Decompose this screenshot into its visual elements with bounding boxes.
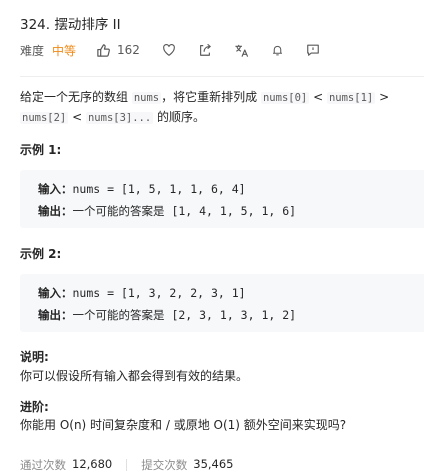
accepted-label: 通过次数: [20, 458, 66, 472]
submissions-label: 提交次数: [141, 458, 188, 472]
code-nums-0: nums[0]: [260, 92, 310, 104]
bell-icon: [272, 45, 282, 56]
translate-icon: [235, 44, 249, 57]
less-than-sign: <: [72, 110, 83, 124]
submissions-count: 35,465: [193, 457, 234, 471]
example-2-output: 输出：一个可能的答案是 [2, 3, 1, 3, 1, 2]: [38, 308, 297, 322]
stats-footer: 通过次数 12,680 提交次数 35,465: [20, 457, 234, 473]
difficulty-badge: 中等: [52, 43, 77, 58]
like-count: 162: [117, 43, 140, 57]
accepted-count: 12,680: [72, 457, 113, 471]
code-nums-3: nums[3]...: [85, 112, 154, 124]
problem-title: 324. 摆动排序 II: [20, 17, 121, 33]
greater-than-sign: >: [379, 90, 390, 104]
like-button[interactable]: 162: [96, 43, 140, 58]
share-button[interactable]: [198, 43, 212, 57]
example-1-output: 输出：一个可能的答案是 [1, 4, 1, 5, 1, 6]: [38, 204, 297, 218]
thumbs-up-icon: [97, 43, 110, 57]
example-2-block: 输入：nums = [1, 3, 2, 2, 3, 1] 输出：一个可能的答案是…: [20, 274, 424, 332]
example-2-heading: 示例 2:: [20, 247, 62, 261]
desc-text: ，将它重新排列成: [161, 90, 258, 104]
note-heading: 说明:: [20, 350, 49, 364]
desc-text: 给定一个无序的数组: [20, 90, 129, 104]
translate-button[interactable]: [234, 43, 249, 58]
feedback-button[interactable]: [306, 43, 320, 57]
problem-toolbar: 难度 中等 162: [20, 40, 342, 60]
code-nums-2: nums[2]: [20, 112, 69, 124]
note-text: 你可以假设所有输入都会得到有效的结果。: [20, 369, 249, 383]
advanced-heading: 进阶:: [20, 400, 49, 414]
footer-separator: [126, 459, 128, 471]
heart-icon: [163, 43, 175, 56]
example-2-input: 输入：nums = [1, 3, 2, 2, 3, 1]: [38, 286, 246, 300]
divider: [20, 76, 424, 77]
code-nums-1: nums[1]: [326, 92, 376, 104]
example-1-block: 输入：nums = [1, 5, 1, 1, 6, 4] 输出：一个可能的答案是…: [20, 170, 424, 228]
favorite-button[interactable]: [162, 43, 176, 57]
code-nums: nums: [131, 92, 162, 104]
desc-text: 的顺序。: [157, 110, 206, 124]
share-icon: [199, 43, 211, 56]
subscribe-button[interactable]: [271, 43, 284, 57]
problem-description: 给定一个无序的数组 nums ，将它重新排列成 nums[0] < nums[1]…: [20, 88, 420, 128]
feedback-icon: [307, 44, 319, 56]
less-than-sign: <: [313, 90, 324, 104]
difficulty-label: 难度: [20, 43, 45, 58]
example-1-input: 输入：nums = [1, 5, 1, 1, 6, 4]: [38, 182, 246, 196]
advanced-text: 你能用 O(n) 时间复杂度和 / 或原地 O(1) 额外空间来实现吗?: [20, 418, 347, 432]
example-1-heading: 示例 1:: [20, 143, 62, 157]
